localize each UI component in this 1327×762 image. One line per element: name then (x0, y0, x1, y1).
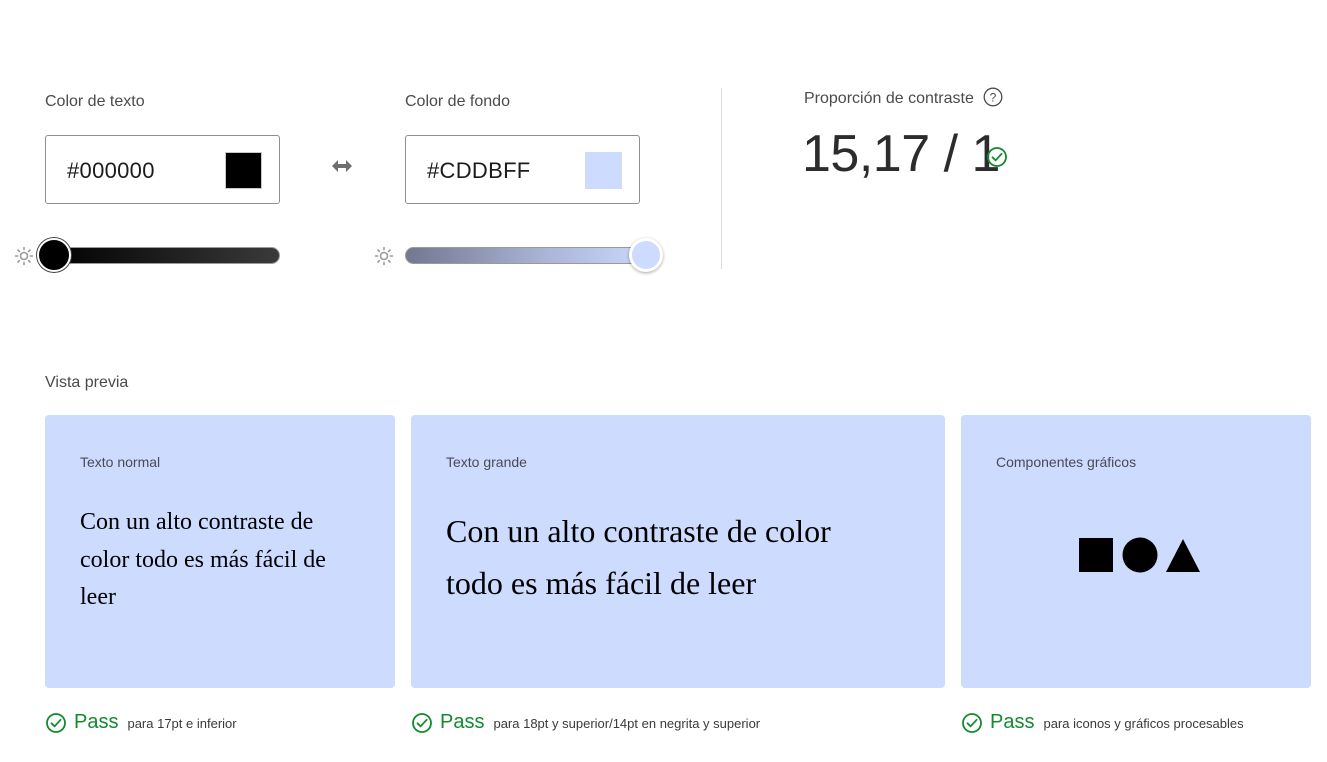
pass-indicator-normal-text: Pass para 17pt e inferior (45, 711, 237, 734)
preview-title: Vista previa (45, 374, 129, 391)
check-circle-icon (962, 712, 982, 733)
pass-indicator-large-text: Pass para 18pt y superior/14pt en negrit… (411, 711, 760, 734)
preview-card-large-text: Texto grande Con un alto contraste de co… (411, 415, 945, 688)
text-color-hex-input[interactable]: #000000 (67, 158, 155, 184)
preview-card-graphics: Componentes gráficos (961, 415, 1311, 688)
bg-color-field[interactable]: #CDDBFF (405, 135, 640, 204)
text-color-swatch[interactable] (225, 152, 262, 189)
bg-color-swatch[interactable] (585, 152, 622, 189)
brightness-icon (14, 246, 34, 266)
normal-text-sample: Con un alto contraste de color todo es m… (80, 509, 326, 610)
pass-description: para iconos y gráficos procesables (1043, 716, 1244, 731)
square-icon (1079, 538, 1113, 572)
brightness-icon (374, 246, 394, 266)
check-circle-icon (412, 712, 432, 733)
contrast-ratio-value: 15,17 / 1 (802, 125, 1000, 183)
bg-color-hex-input[interactable]: #CDDBFF (427, 158, 531, 184)
svg-text:?: ? (990, 91, 997, 105)
card-title: Texto normal (80, 454, 161, 470)
pass-description: para 17pt e inferior (127, 716, 237, 731)
card-title: Componentes gráficos (996, 454, 1137, 470)
circle-icon (1122, 537, 1158, 573)
help-icon[interactable]: ? (983, 87, 1003, 107)
triangle-icon (1166, 539, 1200, 572)
text-color-field[interactable]: #000000 (45, 135, 280, 204)
pass-label: Pass (74, 711, 119, 733)
text-lightness-slider-thumb[interactable] (37, 238, 71, 272)
swap-arrows-icon[interactable] (328, 154, 356, 178)
check-circle-icon (46, 712, 66, 733)
section-divider (721, 88, 722, 269)
bg-color-label: Color de fondo (405, 93, 510, 110)
pass-description: para 18pt y superior/14pt en negrita y s… (493, 716, 761, 731)
pass-label: Pass (440, 711, 485, 733)
text-color-label: Color de texto (45, 93, 145, 110)
preview-card-normal-text: Texto normal Con un alto contraste de co… (45, 415, 395, 688)
bg-lightness-slider-thumb[interactable] (629, 238, 663, 272)
check-circle-icon (987, 147, 1007, 167)
graphic-shapes (1078, 537, 1202, 573)
pass-indicator-graphics: Pass para iconos y gráficos procesables (961, 711, 1244, 734)
large-text-sample: Con un alto contraste de color todo es m… (446, 513, 831, 601)
text-lightness-slider-track[interactable] (45, 247, 280, 264)
bg-lightness-slider-track[interactable] (405, 247, 657, 264)
pass-label: Pass (990, 711, 1035, 733)
card-title: Texto grande (446, 454, 527, 470)
contrast-ratio-label: Proporción de contraste (804, 90, 974, 107)
